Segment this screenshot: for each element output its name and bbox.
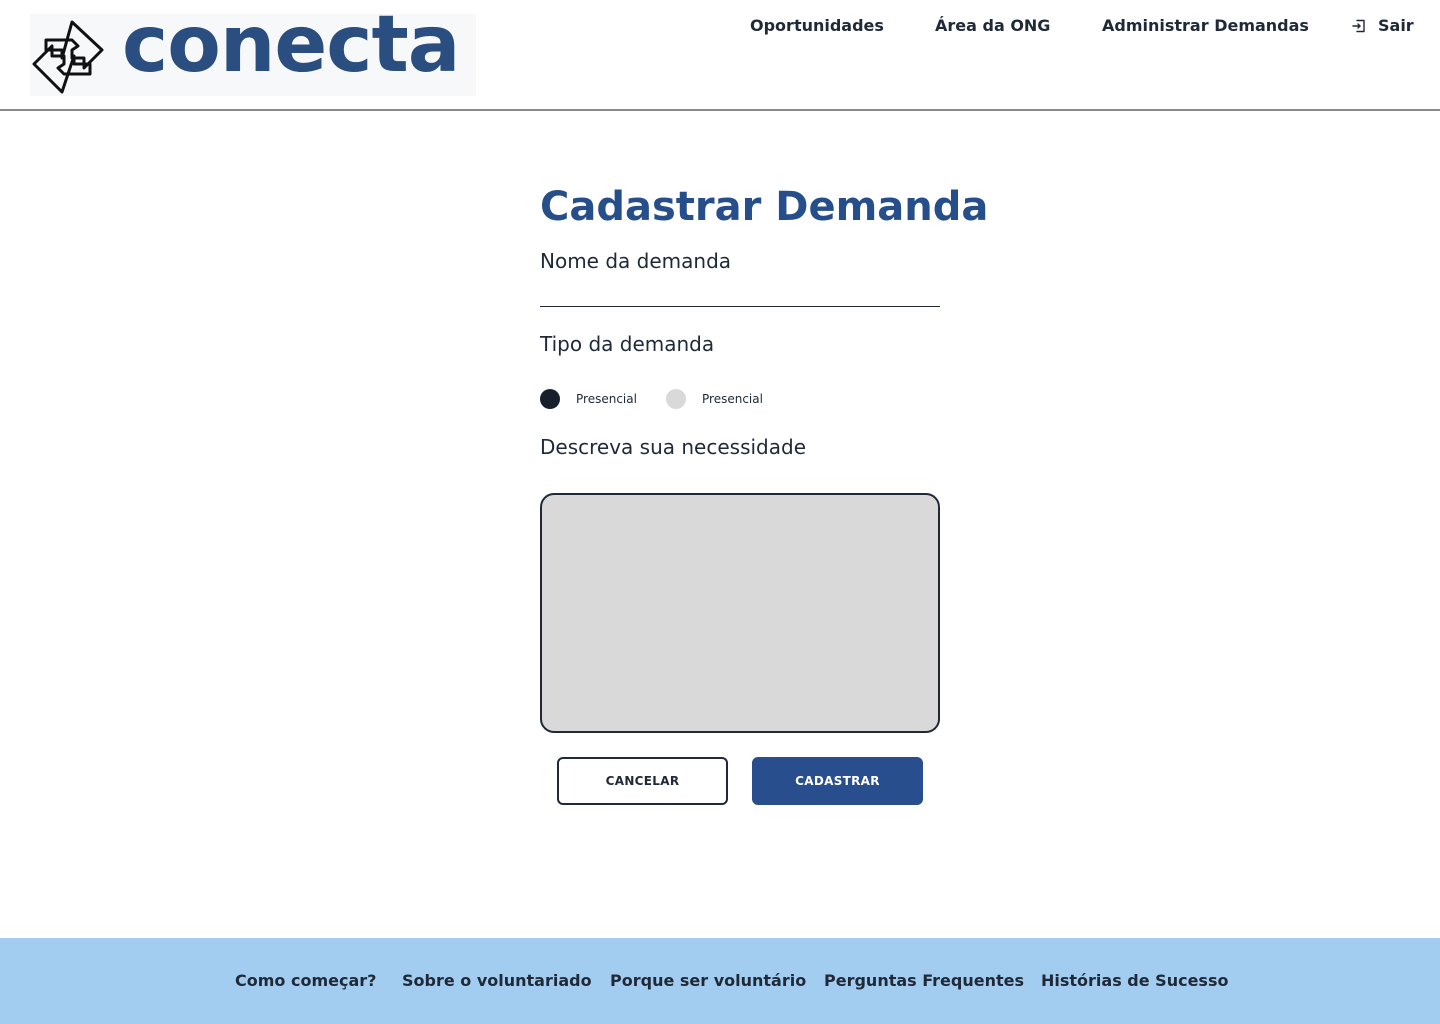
description-textarea[interactable] — [540, 493, 940, 733]
logo[interactable]: conecta — [30, 6, 476, 96]
nav-administrar-demandas[interactable]: Administrar Demandas — [1102, 16, 1309, 35]
radio-label: Presencial — [702, 392, 763, 406]
footer-link-porque-ser-voluntario[interactable]: Porque ser voluntário — [610, 971, 806, 990]
name-label: Nome da demanda — [540, 249, 732, 273]
footer-link-perguntas-frequentes[interactable]: Perguntas Frequentes — [824, 971, 1024, 990]
cancel-button[interactable]: CANCELAR — [557, 757, 728, 805]
exit-icon — [1352, 19, 1365, 32]
nav-sair[interactable]: Sair — [1352, 16, 1414, 35]
sair-label: Sair — [1378, 16, 1414, 35]
radio-selected-icon — [540, 389, 560, 409]
site-footer: Como começar? Sobre o voluntariado Porqu… — [0, 938, 1440, 1024]
name-input[interactable] — [540, 276, 940, 307]
type-radio-presencial-2[interactable]: Presencial — [666, 389, 763, 409]
footer-link-historias-sucesso[interactable]: Histórias de Sucesso — [1041, 971, 1228, 990]
type-label: Tipo da demanda — [540, 332, 715, 356]
site-header: conecta Oportunidades Área da ONG Admini… — [0, 0, 1440, 111]
logo-wordmark: conecta — [122, 0, 460, 90]
type-radio-presencial-1[interactable]: Presencial — [540, 389, 637, 409]
footer-link-como-comecar[interactable]: Como começar? — [235, 971, 376, 990]
radio-unselected-icon — [666, 389, 686, 409]
description-label: Descreva sua necessidade — [540, 435, 806, 459]
footer-link-sobre-voluntariado[interactable]: Sobre o voluntariado — [402, 971, 592, 990]
page-title: Cadastrar Demanda — [540, 184, 989, 230]
radio-label: Presencial — [576, 392, 637, 406]
nav-oportunidades[interactable]: Oportunidades — [750, 16, 884, 35]
page: conecta Oportunidades Área da ONG Admini… — [0, 0, 1440, 1024]
swap-arrows-icon — [32, 20, 104, 94]
submit-button[interactable]: CADASTRAR — [752, 757, 923, 805]
nav-area-ong[interactable]: Área da ONG — [935, 16, 1050, 35]
